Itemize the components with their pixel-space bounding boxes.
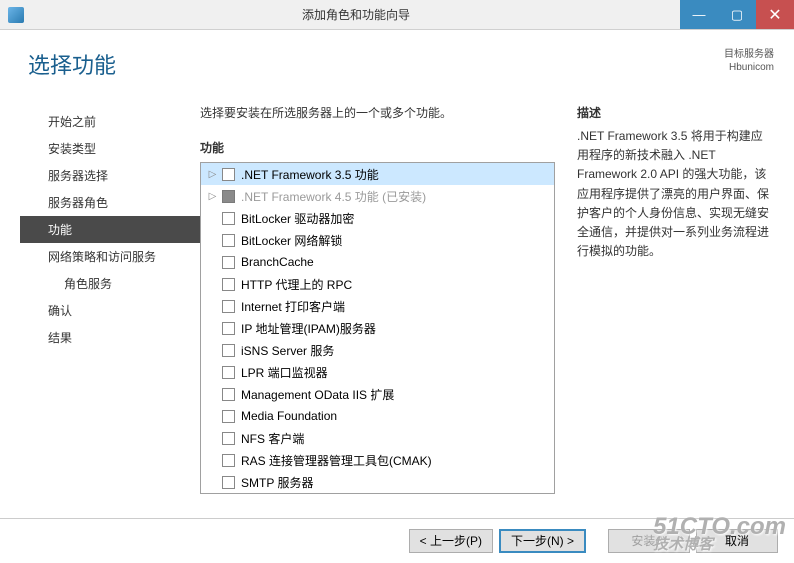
feature-item[interactable]: ▷ .NET Framework 3.5 功能 xyxy=(201,163,554,185)
wizard-footer: < 上一步(P) 下一步(N) > 安装(I) 取消 xyxy=(0,518,794,562)
features-listbox[interactable]: ▷ .NET Framework 3.5 功能 ▷ .NET Framework 4.… xyxy=(200,162,555,494)
sidebar-item-server-selection[interactable]: 服务器选择 xyxy=(20,162,200,189)
feature-item[interactable]: Management OData IIS 扩展 xyxy=(201,383,554,405)
feature-checkbox[interactable] xyxy=(222,410,235,423)
install-button: 安装(I) xyxy=(608,529,690,553)
feature-item[interactable]: iSNS Server 服务 xyxy=(201,339,554,361)
feature-checkbox[interactable] xyxy=(222,454,235,467)
feature-label: HTTP 代理上的 RPC xyxy=(241,276,352,293)
sidebar-item-before-begin[interactable]: 开始之前 xyxy=(20,108,200,135)
feature-label: Management OData IIS 扩展 xyxy=(241,386,394,403)
center-column: 选择要安装在所选服务器上的一个或多个功能。 功能 ▷ .NET Framework… xyxy=(200,104,555,504)
feature-item[interactable]: LPR 端口监视器 xyxy=(201,361,554,383)
main-row: 开始之前 安装类型 服务器选择 服务器角色 功能 网络策略和访问服务 角色服务 … xyxy=(20,104,774,504)
window-controls: — ▢ ✕ xyxy=(680,0,794,29)
sidebar-item-install-type[interactable]: 安装类型 xyxy=(20,135,200,162)
sidebar-item-role-services[interactable]: 角色服务 xyxy=(20,270,200,297)
title-bar: 添加角色和功能向导 — ▢ ✕ xyxy=(0,0,794,30)
wizard-steps-sidebar: 开始之前 安装类型 服务器选择 服务器角色 功能 网络策略和访问服务 角色服务 … xyxy=(20,104,200,504)
feature-item[interactable]: Media Foundation xyxy=(201,405,554,427)
feature-item[interactable]: IP 地址管理(IPAM)服务器 xyxy=(201,317,554,339)
expand-icon[interactable]: ▷ xyxy=(207,169,218,180)
feature-checkbox[interactable] xyxy=(222,212,235,225)
feature-item: ▷ .NET Framework 4.5 功能 (已安装) xyxy=(201,185,554,207)
sidebar-item-confirm[interactable]: 确认 xyxy=(20,297,200,324)
feature-label: SMTP 服务器 xyxy=(241,474,313,491)
feature-item[interactable]: NFS 客户端 xyxy=(201,427,554,449)
intro-text: 选择要安装在所选服务器上的一个或多个功能。 xyxy=(200,104,555,121)
feature-checkbox[interactable] xyxy=(222,322,235,335)
feature-item[interactable]: RAS 连接管理器管理工具包(CMAK) xyxy=(201,449,554,471)
cancel-button[interactable]: 取消 xyxy=(696,529,778,553)
expand-icon xyxy=(207,411,218,422)
feature-checkbox[interactable] xyxy=(222,476,235,489)
page-title: 选择功能 xyxy=(28,48,116,80)
feature-label: iSNS Server 服务 xyxy=(241,342,334,359)
feature-item[interactable]: Internet 打印客户端 xyxy=(201,295,554,317)
expand-icon xyxy=(207,257,218,268)
expand-icon xyxy=(207,279,218,290)
feature-label: BranchCache xyxy=(241,255,314,269)
feature-label: Internet 打印客户端 xyxy=(241,298,345,315)
expand-icon xyxy=(207,345,218,356)
sidebar-item-features[interactable]: 功能 xyxy=(20,216,200,243)
description-column: 描述 .NET Framework 3.5 将用于构建应用程序的新技术融入 .N… xyxy=(555,104,774,504)
feature-checkbox[interactable] xyxy=(222,366,235,379)
feature-item[interactable]: BitLocker 网络解锁 xyxy=(201,229,554,251)
expand-icon xyxy=(207,213,218,224)
expand-icon xyxy=(207,235,218,246)
minimize-button[interactable]: — xyxy=(680,0,718,29)
feature-checkbox[interactable] xyxy=(222,278,235,291)
feature-label: IP 地址管理(IPAM)服务器 xyxy=(241,320,376,337)
expand-icon xyxy=(207,367,218,378)
feature-item[interactable]: HTTP 代理上的 RPC xyxy=(201,273,554,295)
target-server-box: 目标服务器 Hbunicom xyxy=(724,48,774,80)
expand-icon xyxy=(207,301,218,312)
expand-icon xyxy=(207,455,218,466)
close-button[interactable]: ✕ xyxy=(756,0,794,29)
feature-label: NFS 客户端 xyxy=(241,430,304,447)
app-icon xyxy=(8,7,24,23)
features-section-label: 功能 xyxy=(200,139,555,156)
feature-checkbox xyxy=(222,190,235,203)
target-label: 目标服务器 xyxy=(724,48,774,61)
feature-checkbox[interactable] xyxy=(222,344,235,357)
feature-item[interactable]: SMTP 服务器 xyxy=(201,471,554,493)
expand-icon xyxy=(207,433,218,444)
maximize-button[interactable]: ▢ xyxy=(718,0,756,29)
feature-label: RAS 连接管理器管理工具包(CMAK) xyxy=(241,452,432,469)
feature-label: .NET Framework 4.5 功能 (已安装) xyxy=(241,188,426,205)
sidebar-item-server-roles[interactable]: 服务器角色 xyxy=(20,189,200,216)
feature-checkbox[interactable] xyxy=(222,388,235,401)
feature-label: LPR 端口监视器 xyxy=(241,364,328,381)
expand-icon xyxy=(207,323,218,334)
feature-checkbox[interactable] xyxy=(222,300,235,313)
feature-label: BitLocker 网络解锁 xyxy=(241,232,342,249)
feature-item[interactable]: BranchCache xyxy=(201,251,554,273)
expand-icon xyxy=(207,477,218,488)
target-value: Hbunicom xyxy=(724,61,774,74)
description-label: 描述 xyxy=(577,104,774,121)
feature-checkbox[interactable] xyxy=(222,256,235,269)
wizard-content: 选择功能 目标服务器 Hbunicom 开始之前 安装类型 服务器选择 服务器角… xyxy=(0,30,794,518)
feature-label: Media Foundation xyxy=(241,409,337,423)
sidebar-item-results[interactable]: 结果 xyxy=(20,324,200,351)
sidebar-item-nps[interactable]: 网络策略和访问服务 xyxy=(20,243,200,270)
description-text: .NET Framework 3.5 将用于构建应用程序的新技术融入 .NET … xyxy=(577,127,774,261)
feature-label: .NET Framework 3.5 功能 xyxy=(241,166,379,183)
expand-icon xyxy=(207,389,218,400)
header-row: 选择功能 目标服务器 Hbunicom xyxy=(20,40,774,104)
feature-item[interactable]: BitLocker 驱动器加密 xyxy=(201,207,554,229)
feature-checkbox[interactable] xyxy=(222,234,235,247)
previous-button[interactable]: < 上一步(P) xyxy=(409,529,493,553)
feature-label: BitLocker 驱动器加密 xyxy=(241,210,354,227)
feature-checkbox[interactable] xyxy=(222,168,235,181)
feature-checkbox[interactable] xyxy=(222,432,235,445)
next-button[interactable]: 下一步(N) > xyxy=(499,529,586,553)
window-title: 添加角色和功能向导 xyxy=(32,6,680,23)
expand-icon[interactable]: ▷ xyxy=(207,191,218,202)
